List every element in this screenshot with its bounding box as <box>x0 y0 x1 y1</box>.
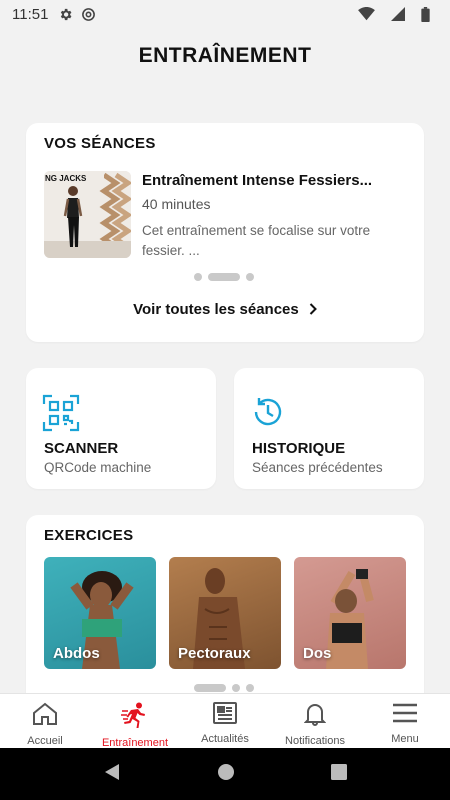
history-subtitle: Séances précédentes <box>252 460 383 475</box>
session-description: Cet entraînement se focalise sur votre f… <box>142 223 371 258</box>
pager-dot <box>246 684 254 692</box>
pager-dot <box>246 273 254 281</box>
scanner-title: SCANNER <box>44 440 119 457</box>
see-all-label: Voir toutes les séances <box>133 301 299 318</box>
status-bar: 11:51 <box>0 0 450 28</box>
exercise-label: Dos <box>303 645 332 662</box>
nav-label: Menu <box>391 733 419 745</box>
history-icon <box>250 394 286 435</box>
system-nav-bar <box>0 748 450 800</box>
exercises-card: EXERCICES Abdos Pectoraux Dos <box>26 515 424 715</box>
session-title[interactable]: Entraînement Intense Fessiers... <box>142 172 412 189</box>
nav-item-notifications[interactable]: Notifications <box>270 694 360 748</box>
pager-dot <box>232 684 240 692</box>
home-icon <box>32 702 58 731</box>
chevron-right-icon <box>309 302 317 319</box>
nav-item-accueil[interactable]: Accueil <box>0 694 90 748</box>
home-circle-icon[interactable] <box>217 763 235 786</box>
sync-status-icon <box>81 7 96 22</box>
bell-icon <box>303 702 327 731</box>
exercise-tile-dos[interactable]: Dos <box>294 557 406 669</box>
nav-label: Actualités <box>201 733 249 745</box>
nav-item-menu[interactable]: Menu <box>360 694 450 748</box>
page-title: ENTRAÎNEMENT <box>138 44 312 67</box>
news-icon <box>213 702 237 729</box>
sessions-pager <box>194 273 254 281</box>
wifi-icon <box>358 7 375 21</box>
see-all-sessions-link[interactable]: Voir toutes les séances <box>26 301 424 319</box>
nav-label: Notifications <box>285 735 345 747</box>
sessions-card: VOS SÉANCES NG JACKS Entraînement Intens… <box>26 123 424 342</box>
nav-item-entrainement[interactable]: Entraînement <box>90 694 180 749</box>
nav-item-actualites[interactable]: Actualités <box>180 694 270 748</box>
history-tile[interactable]: HISTORIQUE Séances précédentes <box>234 368 424 489</box>
exercises-pager <box>194 684 254 692</box>
sessions-heading: VOS SÉANCES <box>44 135 156 152</box>
qr-code-icon <box>42 394 80 437</box>
exercise-label: Abdos <box>53 645 100 662</box>
bottom-nav: Accueil Entraînement Actualités Notifica… <box>0 693 450 749</box>
exercises-heading: EXERCICES <box>44 527 134 544</box>
session-duration: 40 minutes <box>142 196 211 212</box>
scanner-tile[interactable]: SCANNER QRCode machine <box>26 368 216 489</box>
session-thumb-caption: NG JACKS <box>45 174 87 183</box>
status-time: 11:51 <box>12 5 49 23</box>
pager-dot-active <box>208 273 240 281</box>
exercise-label: Pectoraux <box>178 645 251 662</box>
running-icon <box>121 702 149 733</box>
signal-icon <box>391 7 405 21</box>
pager-dot <box>194 273 202 281</box>
scanner-subtitle: QRCode machine <box>44 460 152 475</box>
session-thumbnail[interactable]: NG JACKS <box>44 171 131 258</box>
recents-square-icon[interactable] <box>331 763 347 785</box>
pager-dot-active <box>194 684 226 692</box>
menu-icon <box>392 702 418 729</box>
exercise-tile-pectoraux[interactable]: Pectoraux <box>169 557 281 669</box>
exercise-tile-abdos[interactable]: Abdos <box>44 557 156 669</box>
battery-icon <box>421 6 430 22</box>
back-icon[interactable] <box>103 763 121 786</box>
settings-gear-icon <box>58 7 73 22</box>
history-title: HISTORIQUE <box>252 440 346 457</box>
nav-label: Accueil <box>27 735 63 747</box>
